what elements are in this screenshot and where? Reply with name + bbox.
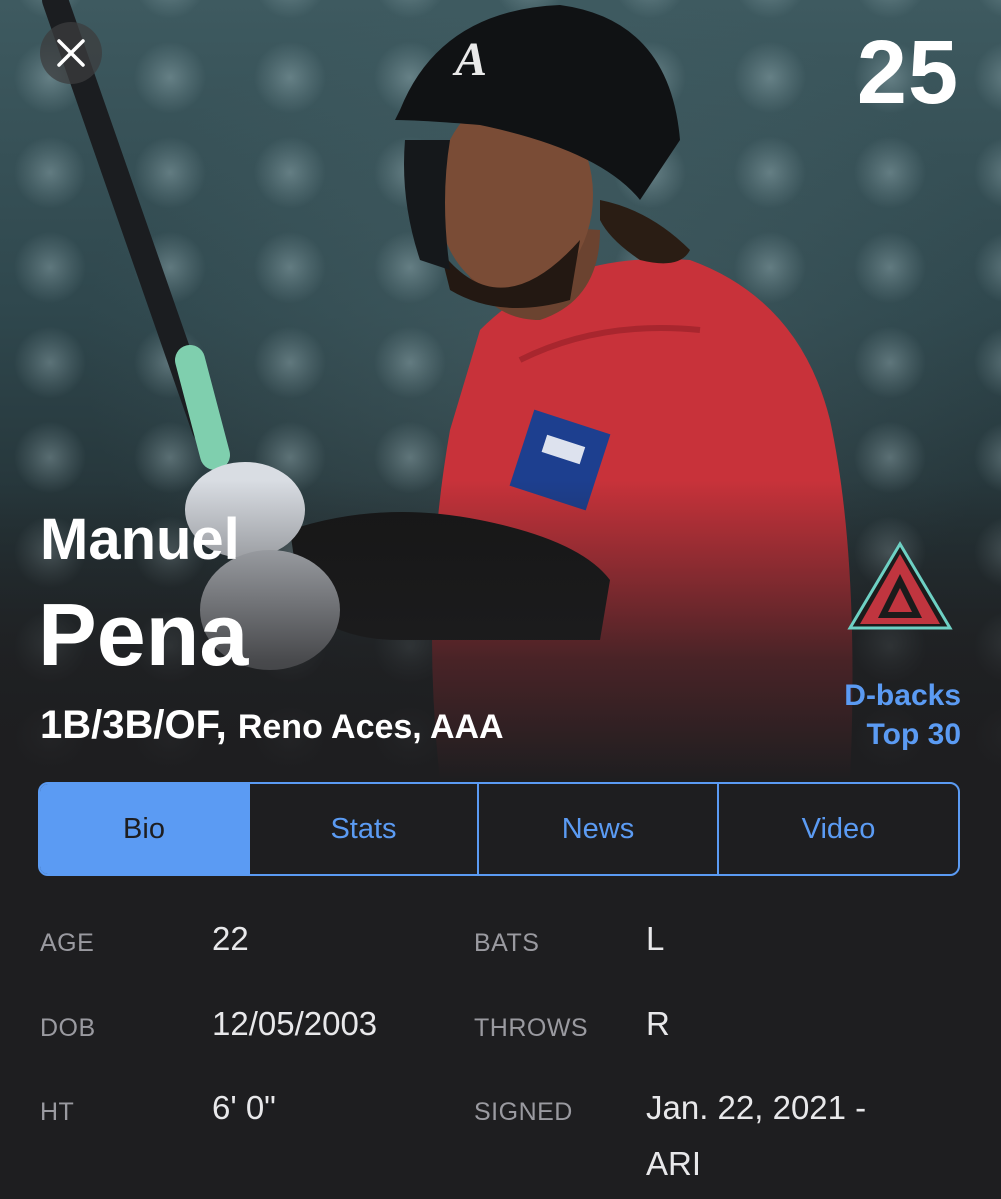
tab-video[interactable]: Video	[717, 784, 958, 874]
signed-label: SIGNED	[474, 1098, 573, 1126]
dob-value: 12/05/2003	[212, 1005, 378, 1042]
ht-label: HT	[40, 1098, 75, 1126]
age-value: 22	[212, 920, 249, 957]
signed-value-line2: ARI	[646, 1145, 702, 1182]
player-first-name: Manuel	[40, 507, 240, 572]
jersey-number: 25	[856, 23, 959, 123]
close-button[interactable]	[40, 22, 102, 84]
player-positions: 1B/3B/OF,	[40, 703, 227, 747]
ht-value: 6' 0"	[212, 1089, 276, 1126]
rank-line-2: Top 30	[866, 718, 961, 751]
d-backs-a-logo-icon[interactable]	[846, 540, 954, 632]
tab-stats[interactable]: Stats	[248, 784, 477, 874]
player-hero: A 25 Manuel Pena 1B/3B/OF, Reno Aces, AA…	[0, 0, 1001, 780]
bats-label: BATS	[474, 929, 540, 957]
dob-label: DOB	[40, 1014, 96, 1042]
tab-bio[interactable]: Bio	[40, 784, 248, 874]
position-team-line: 1B/3B/OF, Reno Aces, AAA	[40, 703, 504, 748]
bats-value: L	[646, 920, 665, 957]
player-last-name: Pena	[38, 585, 249, 684]
profile-tabs: Bio Stats News Video	[38, 782, 960, 876]
team-rank-link[interactable]: D-backs Top 30	[844, 676, 961, 754]
age-label: AGE	[40, 929, 95, 957]
svg-text:A: A	[452, 33, 487, 86]
player-team-level: Reno Aces, AAA	[237, 708, 504, 746]
rank-line-1: D-backs	[844, 679, 961, 712]
throws-value: R	[646, 1005, 670, 1042]
signed-value-line1: Jan. 22, 2021 -	[646, 1089, 867, 1126]
tab-news[interactable]: News	[477, 784, 717, 874]
throws-label: THROWS	[474, 1014, 589, 1042]
close-icon	[57, 39, 85, 67]
